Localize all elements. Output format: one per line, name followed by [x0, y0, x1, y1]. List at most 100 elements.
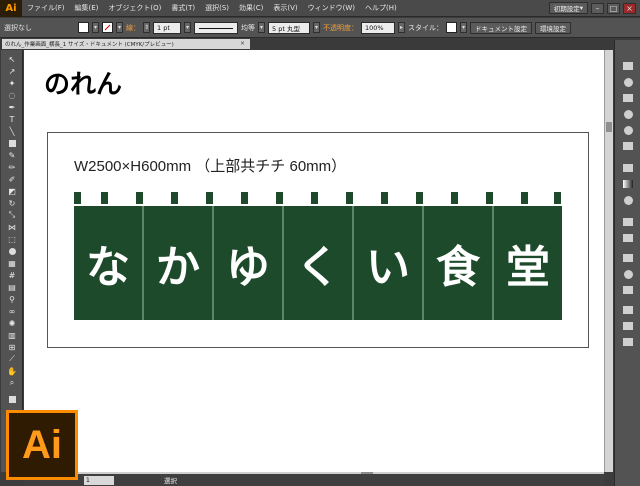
menu-file[interactable]: ファイル(F) [22, 3, 70, 13]
appearance-panel-icon[interactable] [621, 216, 635, 228]
menu-type[interactable]: 書式(T) [166, 3, 200, 13]
stroke-weight-stepper-icon[interactable]: ⇕ [143, 22, 150, 33]
transform-panel-icon[interactable] [621, 284, 635, 296]
transparency-panel-icon[interactable] [621, 194, 635, 206]
current-tool-status: 選択 [164, 477, 177, 485]
vertical-scrollbar[interactable] [604, 50, 613, 472]
loop [206, 192, 213, 204]
noren-panel: く [284, 206, 352, 320]
pathfinder-panel-icon[interactable] [621, 268, 635, 280]
style-swatch[interactable] [446, 22, 457, 33]
preferences-button[interactable]: 環境設定 [535, 21, 571, 34]
stroke-weight-dropdown-icon[interactable]: ▾ [184, 22, 191, 33]
perspective-grid-tool-icon[interactable]: ▦ [4, 258, 20, 268]
magic-wand-tool-icon[interactable]: ✦ [4, 78, 20, 88]
blend-tool-icon[interactable]: ∞ [4, 306, 20, 316]
brush-dropdown-icon[interactable]: ▾ [313, 22, 320, 33]
stroke-swatch[interactable] [102, 22, 113, 33]
style-dropdown-icon[interactable]: ▾ [460, 22, 467, 33]
width-tool-icon[interactable]: ⋈ [4, 222, 20, 232]
noren-panel: な [74, 206, 142, 320]
stroke-dropdown-icon[interactable]: ▾ [116, 22, 123, 33]
tab-close-icon[interactable]: × [240, 40, 245, 47]
opacity-label[interactable]: 不透明度： [323, 23, 358, 33]
align-panel-icon[interactable] [621, 252, 635, 264]
hand-tool-icon[interactable]: ✋ [4, 366, 20, 376]
swatches-panel-icon[interactable] [621, 92, 635, 104]
close-icon[interactable]: × [623, 2, 636, 14]
blob-brush-tool-icon[interactable]: ✐ [4, 174, 20, 184]
minimize-icon[interactable]: – [591, 2, 604, 14]
paragraph-panel-icon[interactable] [621, 320, 635, 332]
brushes-panel-icon[interactable] [621, 108, 635, 120]
layers-panel-icon[interactable] [621, 232, 635, 244]
stroke-profile-dropdown-icon[interactable]: ▾ [258, 22, 265, 33]
character-panel-icon[interactable] [621, 304, 635, 316]
line-tool-icon[interactable]: ╲ [4, 126, 20, 136]
maximize-icon[interactable]: □ [607, 2, 620, 14]
lasso-tool-icon[interactable]: ◌ [4, 90, 20, 100]
loop [416, 192, 423, 204]
page-title: のれん [44, 70, 123, 100]
pen-tool-icon[interactable]: ✒ [4, 102, 20, 112]
noren-panel: 食 [424, 206, 492, 320]
zoom-tool-icon[interactable]: ⌕ [4, 378, 20, 388]
menu-effect[interactable]: 効果(C) [234, 3, 268, 13]
type-tool-icon[interactable]: T [4, 114, 20, 124]
noren-panel: か [144, 206, 212, 320]
menu-help[interactable]: ヘルプ(H) [360, 3, 402, 13]
noren-artwork[interactable]: な か ゆ く い 食 堂 [74, 192, 562, 320]
menu-view[interactable]: 表示(V) [268, 3, 302, 13]
tab-bar: のれん_作業画面_横長_1 サイズ・ドキュメント (CMYK/プレビュー) × [0, 39, 640, 49]
menu-bar: Ai ファイル(F) 編集(E) オブジェクト(O) 書式(T) 選択(S) 効… [0, 0, 640, 17]
menu-edit[interactable]: 編集(E) [70, 3, 104, 13]
symbols-panel-icon[interactable] [621, 124, 635, 136]
artboard-number-field[interactable]: 1 [84, 475, 114, 485]
selection-tool-icon[interactable]: ↖ [4, 54, 20, 64]
opacity-dropdown-icon[interactable]: ▸ [398, 22, 405, 33]
gradient-panel-icon[interactable] [621, 178, 635, 190]
eraser-tool-icon[interactable]: ◩ [4, 186, 20, 196]
noren-panel: 堂 [494, 206, 562, 320]
rectangle-tool-icon[interactable] [4, 138, 20, 148]
free-transform-tool-icon[interactable]: ⬚ [4, 234, 20, 244]
graphic-styles-panel-icon[interactable] [621, 140, 635, 152]
fill-swatch[interactable] [78, 22, 89, 33]
eyedropper-tool-icon[interactable]: ⚲ [4, 294, 20, 304]
direct-selection-tool-icon[interactable]: ↗ [4, 66, 20, 76]
loop [554, 192, 561, 204]
pencil-tool-icon[interactable]: ✏ [4, 162, 20, 172]
links-panel-icon[interactable] [621, 336, 635, 348]
loop [101, 192, 108, 204]
document-setup-button[interactable]: ドキュメント設定 [470, 21, 532, 34]
document-tab[interactable]: のれん_作業画面_横長_1 サイズ・ドキュメント (CMYK/プレビュー) [2, 39, 250, 49]
canvas[interactable]: のれん W2500×H600mm （上部共チチ 60mm） な か ゆ く い … [24, 50, 604, 472]
noren-panel: ゆ [214, 206, 282, 320]
stroke-label[interactable]: 線： [126, 23, 140, 33]
symbol-sprayer-tool-icon[interactable]: ✺ [4, 318, 20, 328]
gradient-tool-icon[interactable]: ▤ [4, 282, 20, 292]
rotate-tool-icon[interactable]: ↻ [4, 198, 20, 208]
style-label: スタイル： [408, 23, 443, 32]
stroke-panel-icon[interactable] [621, 162, 635, 174]
shape-builder-tool-icon[interactable] [4, 246, 20, 256]
stroke-weight-field[interactable]: 1 pt [153, 21, 181, 34]
fill-dropdown-icon[interactable]: ▾ [92, 22, 99, 33]
slice-tool-icon[interactable]: ⟋ [4, 354, 20, 364]
opacity-field[interactable]: 100% [361, 21, 395, 34]
menu-window[interactable]: ウィンドウ(W) [303, 3, 360, 13]
artboard-tool-icon[interactable]: ⊞ [4, 342, 20, 352]
fill-stroke-swatch-icon[interactable] [4, 394, 20, 404]
menu-select[interactable]: 選択(S) [200, 3, 234, 13]
menu-object[interactable]: オブジェクト(O) [103, 3, 166, 13]
paintbrush-tool-icon[interactable]: ✎ [4, 150, 20, 160]
workspace-switcher[interactable]: 初期設定 ▾ [548, 2, 588, 14]
color-guide-panel-icon[interactable] [621, 76, 635, 88]
color-panel-icon[interactable] [621, 60, 635, 72]
stroke-profile-preview[interactable] [194, 21, 238, 34]
brush-field[interactable]: 5 pt 丸型 [268, 21, 310, 34]
column-graph-tool-icon[interactable]: ▥ [4, 330, 20, 340]
mesh-tool-icon[interactable]: # [4, 270, 20, 280]
scale-tool-icon[interactable]: ⤡ [4, 210, 20, 220]
vertical-scroll-thumb[interactable] [606, 122, 612, 132]
